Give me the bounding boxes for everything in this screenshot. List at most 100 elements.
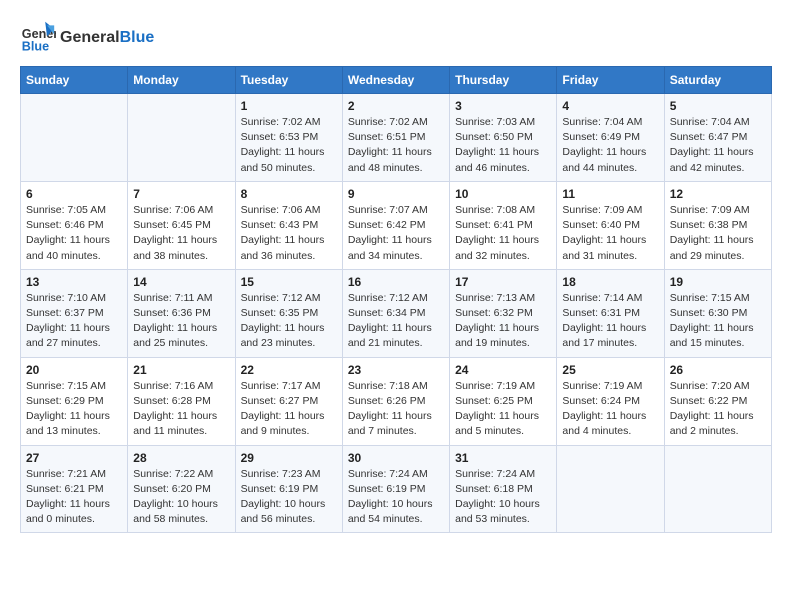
day-number: 18 [562,275,658,289]
calendar-cell: 2 Sunrise: 7:02 AM Sunset: 6:51 PM Daylig… [342,94,449,182]
day-info: Sunrise: 7:10 AM Sunset: 6:37 PM Dayligh… [26,291,122,352]
calendar-week-row: 6 Sunrise: 7:05 AM Sunset: 6:46 PM Daylig… [21,181,772,269]
day-number: 13 [26,275,122,289]
calendar-week-row: 27 Sunrise: 7:21 AM Sunset: 6:21 PM Dayli… [21,445,772,533]
day-info: Sunrise: 7:12 AM Sunset: 6:34 PM Dayligh… [348,291,444,352]
day-number: 15 [241,275,337,289]
day-info: Sunrise: 7:12 AM Sunset: 6:35 PM Dayligh… [241,291,337,352]
weekday-header: Sunday [21,67,128,94]
calendar-cell: 3 Sunrise: 7:03 AM Sunset: 6:50 PM Daylig… [450,94,557,182]
calendar-cell: 30Sunrise: 7:24 AM Sunset: 6:19 PM Dayli… [342,445,449,533]
day-info: Sunrise: 7:15 AM Sunset: 6:29 PM Dayligh… [26,379,122,440]
calendar-cell: 23Sunrise: 7:18 AM Sunset: 6:26 PM Dayli… [342,357,449,445]
day-number: 30 [348,451,444,465]
calendar-cell: 21 Sunrise: 7:16 AM Sunset: 6:28 PM Dayli… [128,357,235,445]
calendar-cell: 20 Sunrise: 7:15 AM Sunset: 6:29 PM Dayli… [21,357,128,445]
calendar-week-row: 20 Sunrise: 7:15 AM Sunset: 6:29 PM Dayli… [21,357,772,445]
calendar-cell: 26Sunrise: 7:20 AM Sunset: 6:22 PM Dayli… [664,357,771,445]
calendar-cell: 28Sunrise: 7:22 AM Sunset: 6:20 PM Dayli… [128,445,235,533]
day-number: 10 [455,187,551,201]
calendar-cell: 29Sunrise: 7:23 AM Sunset: 6:19 PM Dayli… [235,445,342,533]
day-number: 6 [26,187,122,201]
weekday-header: Friday [557,67,664,94]
calendar-cell: 19Sunrise: 7:15 AM Sunset: 6:30 PM Dayli… [664,269,771,357]
day-number: 11 [562,187,658,201]
day-info: Sunrise: 7:03 AM Sunset: 6:50 PM Dayligh… [455,115,551,176]
weekday-header: Tuesday [235,67,342,94]
weekday-header: Monday [128,67,235,94]
calendar-cell: 22Sunrise: 7:17 AM Sunset: 6:27 PM Dayli… [235,357,342,445]
day-number: 21 [133,363,229,377]
calendar-week-row: 1 Sunrise: 7:02 AM Sunset: 6:53 PM Daylig… [21,94,772,182]
day-number: 9 [348,187,444,201]
calendar-week-row: 13 Sunrise: 7:10 AM Sunset: 6:37 PM Dayli… [21,269,772,357]
calendar-cell [557,445,664,533]
weekday-row: SundayMondayTuesdayWednesdayThursdayFrid… [21,67,772,94]
day-number: 4 [562,99,658,113]
calendar-cell: 13 Sunrise: 7:10 AM Sunset: 6:37 PM Dayli… [21,269,128,357]
weekday-header: Saturday [664,67,771,94]
calendar-cell: 31Sunrise: 7:24 AM Sunset: 6:18 PM Dayli… [450,445,557,533]
day-number: 20 [26,363,122,377]
day-info: Sunrise: 7:09 AM Sunset: 6:38 PM Dayligh… [670,203,766,264]
calendar-cell: 15 Sunrise: 7:12 AM Sunset: 6:35 PM Dayli… [235,269,342,357]
day-info: Sunrise: 7:04 AM Sunset: 6:49 PM Dayligh… [562,115,658,176]
day-info: Sunrise: 7:23 AM Sunset: 6:19 PM Dayligh… [241,467,337,528]
calendar-cell: 17 Sunrise: 7:13 AM Sunset: 6:32 PM Dayli… [450,269,557,357]
day-number: 14 [133,275,229,289]
logo-text: GeneralBlue [60,28,154,47]
day-number: 3 [455,99,551,113]
calendar-cell: 12 Sunrise: 7:09 AM Sunset: 6:38 PM Dayli… [664,181,771,269]
calendar-cell [664,445,771,533]
calendar-cell: 10Sunrise: 7:08 AM Sunset: 6:41 PM Dayli… [450,181,557,269]
day-info: Sunrise: 7:22 AM Sunset: 6:20 PM Dayligh… [133,467,229,528]
day-number: 24 [455,363,551,377]
day-info: Sunrise: 7:16 AM Sunset: 6:28 PM Dayligh… [133,379,229,440]
day-number: 25 [562,363,658,377]
calendar-cell: 6 Sunrise: 7:05 AM Sunset: 6:46 PM Daylig… [21,181,128,269]
weekday-header: Thursday [450,67,557,94]
svg-text:Blue: Blue [22,40,49,54]
calendar-cell: 1 Sunrise: 7:02 AM Sunset: 6:53 PM Daylig… [235,94,342,182]
calendar-cell: 27 Sunrise: 7:21 AM Sunset: 6:21 PM Dayli… [21,445,128,533]
calendar-cell: 5 Sunrise: 7:04 AM Sunset: 6:47 PM Daylig… [664,94,771,182]
day-number: 22 [241,363,337,377]
logo: General Blue GeneralBlue [20,20,154,56]
calendar-cell: 9 Sunrise: 7:07 AM Sunset: 6:42 PM Daylig… [342,181,449,269]
page-header: General Blue GeneralBlue [20,20,772,56]
day-number: 16 [348,275,444,289]
day-info: Sunrise: 7:13 AM Sunset: 6:32 PM Dayligh… [455,291,551,352]
day-info: Sunrise: 7:07 AM Sunset: 6:42 PM Dayligh… [348,203,444,264]
weekday-header: Wednesday [342,67,449,94]
calendar-cell: 8Sunrise: 7:06 AM Sunset: 6:43 PM Daylig… [235,181,342,269]
day-number: 1 [241,99,337,113]
day-info: Sunrise: 7:09 AM Sunset: 6:40 PM Dayligh… [562,203,658,264]
day-number: 7 [133,187,229,201]
calendar-cell [21,94,128,182]
calendar-cell: 7Sunrise: 7:06 AM Sunset: 6:45 PM Daylig… [128,181,235,269]
calendar-cell: 18Sunrise: 7:14 AM Sunset: 6:31 PM Dayli… [557,269,664,357]
calendar-cell: 24 Sunrise: 7:19 AM Sunset: 6:25 PM Dayli… [450,357,557,445]
day-info: Sunrise: 7:05 AM Sunset: 6:46 PM Dayligh… [26,203,122,264]
day-number: 8 [241,187,337,201]
day-number: 27 [26,451,122,465]
day-number: 23 [348,363,444,377]
calendar-header: SundayMondayTuesdayWednesdayThursdayFrid… [21,67,772,94]
day-info: Sunrise: 7:04 AM Sunset: 6:47 PM Dayligh… [670,115,766,176]
day-info: Sunrise: 7:21 AM Sunset: 6:21 PM Dayligh… [26,467,122,528]
calendar-body: 1 Sunrise: 7:02 AM Sunset: 6:53 PM Daylig… [21,94,772,533]
day-number: 19 [670,275,766,289]
day-number: 17 [455,275,551,289]
calendar-cell: 25Sunrise: 7:19 AM Sunset: 6:24 PM Dayli… [557,357,664,445]
logo-icon: General Blue [20,20,56,56]
day-number: 12 [670,187,766,201]
day-number: 2 [348,99,444,113]
calendar-cell: 16 Sunrise: 7:12 AM Sunset: 6:34 PM Dayli… [342,269,449,357]
calendar-cell [128,94,235,182]
day-info: Sunrise: 7:24 AM Sunset: 6:18 PM Dayligh… [455,467,551,528]
day-info: Sunrise: 7:02 AM Sunset: 6:51 PM Dayligh… [348,115,444,176]
calendar-cell: 14Sunrise: 7:11 AM Sunset: 6:36 PM Dayli… [128,269,235,357]
day-info: Sunrise: 7:19 AM Sunset: 6:25 PM Dayligh… [455,379,551,440]
day-number: 5 [670,99,766,113]
day-info: Sunrise: 7:02 AM Sunset: 6:53 PM Dayligh… [241,115,337,176]
